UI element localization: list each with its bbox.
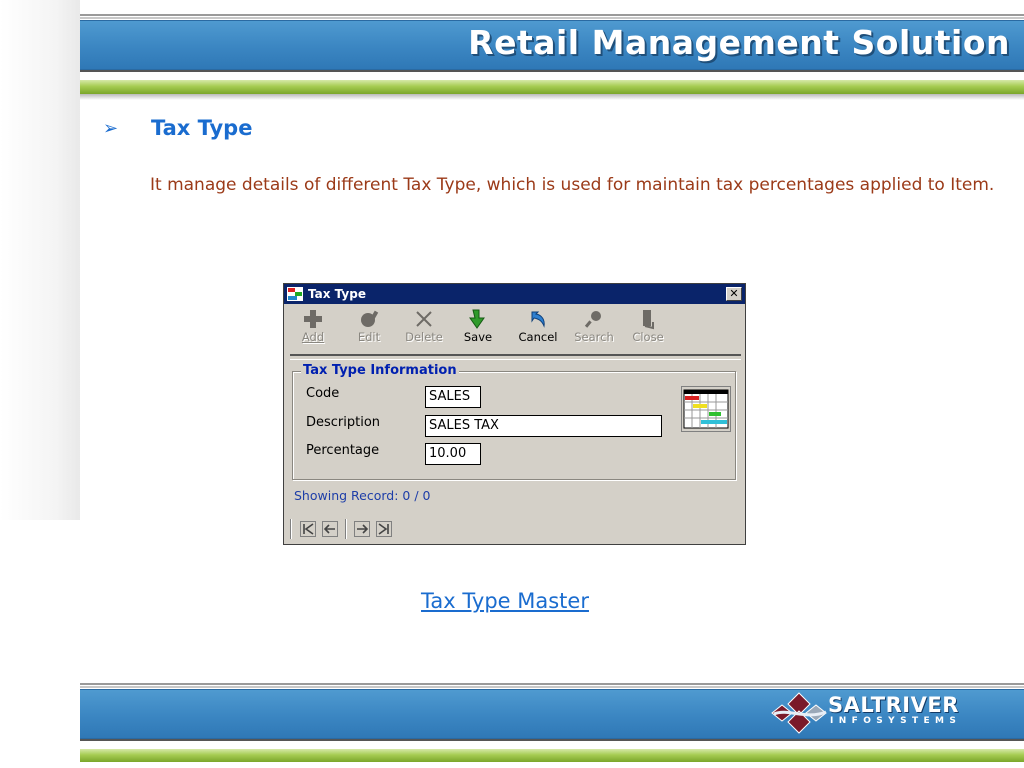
dialog-toolbar: Add Edit Delete Save Cancel Search Close xyxy=(290,308,730,350)
nav-separator xyxy=(290,519,292,539)
green-arrow-down-icon xyxy=(469,309,485,329)
saltriver-logo-icon xyxy=(771,692,827,734)
first-record-icon[interactable] xyxy=(300,521,316,537)
search-button[interactable]: Search xyxy=(572,308,616,348)
x-icon xyxy=(416,311,432,327)
delete-button[interactable]: Delete xyxy=(402,308,446,348)
description-field[interactable]: SALES TAX xyxy=(425,415,662,437)
prev-record-icon[interactable] xyxy=(322,521,338,537)
delete-button-label: Delete xyxy=(405,330,443,344)
slide-heading: Tax Type xyxy=(151,116,253,140)
description-label: Description xyxy=(306,415,381,430)
percentage-field[interactable]: 10.00 xyxy=(425,443,481,465)
door-exit-icon xyxy=(643,310,654,330)
dialog-title: Tax Type xyxy=(308,287,366,301)
cancel-button[interactable]: Cancel xyxy=(516,308,560,348)
header-shadow xyxy=(80,94,1024,100)
tax-type-dialog: Tax Type ✕ Add Edit Delete Save Cancel S… xyxy=(283,283,746,545)
logo-name: SALTRIVER xyxy=(828,693,959,717)
percentage-label: Percentage xyxy=(306,443,380,458)
nav-separator xyxy=(345,519,347,539)
logo-subtitle: INFOSYSTEMS xyxy=(830,716,962,726)
last-record-icon[interactable] xyxy=(376,521,392,537)
save-button-label: Save xyxy=(463,330,493,344)
header-title: Retail Management Solution xyxy=(468,23,1010,62)
dialog-title-bar: Tax Type ✕ xyxy=(284,284,745,304)
undo-arrow-icon xyxy=(531,311,545,328)
calendar-schedule-icon xyxy=(681,386,731,432)
record-navigator xyxy=(290,519,420,539)
code-label: Code xyxy=(306,386,340,401)
header-band: Retail Management Solution xyxy=(80,20,1024,70)
footer-top-rule xyxy=(80,683,1024,685)
record-status: Showing Record: 0 / 0 xyxy=(294,488,431,503)
add-button-label: Add xyxy=(301,330,325,344)
toolbar-separator xyxy=(290,354,741,360)
footer-green-stripe xyxy=(80,749,1024,762)
code-field[interactable]: SALES xyxy=(425,386,481,408)
plus-icon xyxy=(304,310,322,328)
footer-divider xyxy=(80,739,1024,741)
magnifier-icon xyxy=(584,311,601,328)
figure-caption-link[interactable]: Tax Type Master xyxy=(0,589,1010,613)
group-title: Tax Type Information xyxy=(301,363,459,378)
arrow-bullet-icon: ➢ xyxy=(103,118,119,139)
footer-top-rule-light xyxy=(80,686,1024,688)
edit-button-label: Edit xyxy=(357,330,381,344)
close-button[interactable]: Close xyxy=(630,308,666,348)
edit-button[interactable]: Edit xyxy=(352,308,386,348)
header-top-rule xyxy=(80,14,1024,16)
saltriver-logo: SALTRIVER INFOSYSTEMS xyxy=(770,690,980,736)
close-button-label: Close xyxy=(632,330,664,344)
app-window-icon xyxy=(287,287,303,301)
header-divider xyxy=(80,70,1024,72)
search-button-label: Search xyxy=(574,330,614,344)
add-button[interactable]: Add xyxy=(296,308,330,348)
header-top-rule-light xyxy=(80,17,1024,19)
save-button[interactable]: Save xyxy=(460,308,496,348)
tax-type-info-group: Tax Type Information Code SALES Descript… xyxy=(292,363,736,480)
next-record-icon[interactable] xyxy=(354,521,370,537)
edit-icon xyxy=(361,310,379,327)
slide-description: It manage details of different Tax Type,… xyxy=(150,175,995,195)
cancel-button-label: Cancel xyxy=(518,330,558,344)
dialog-close-button[interactable]: ✕ xyxy=(726,287,742,301)
left-side-shadow xyxy=(0,0,80,520)
header-green-stripe xyxy=(80,80,1024,94)
